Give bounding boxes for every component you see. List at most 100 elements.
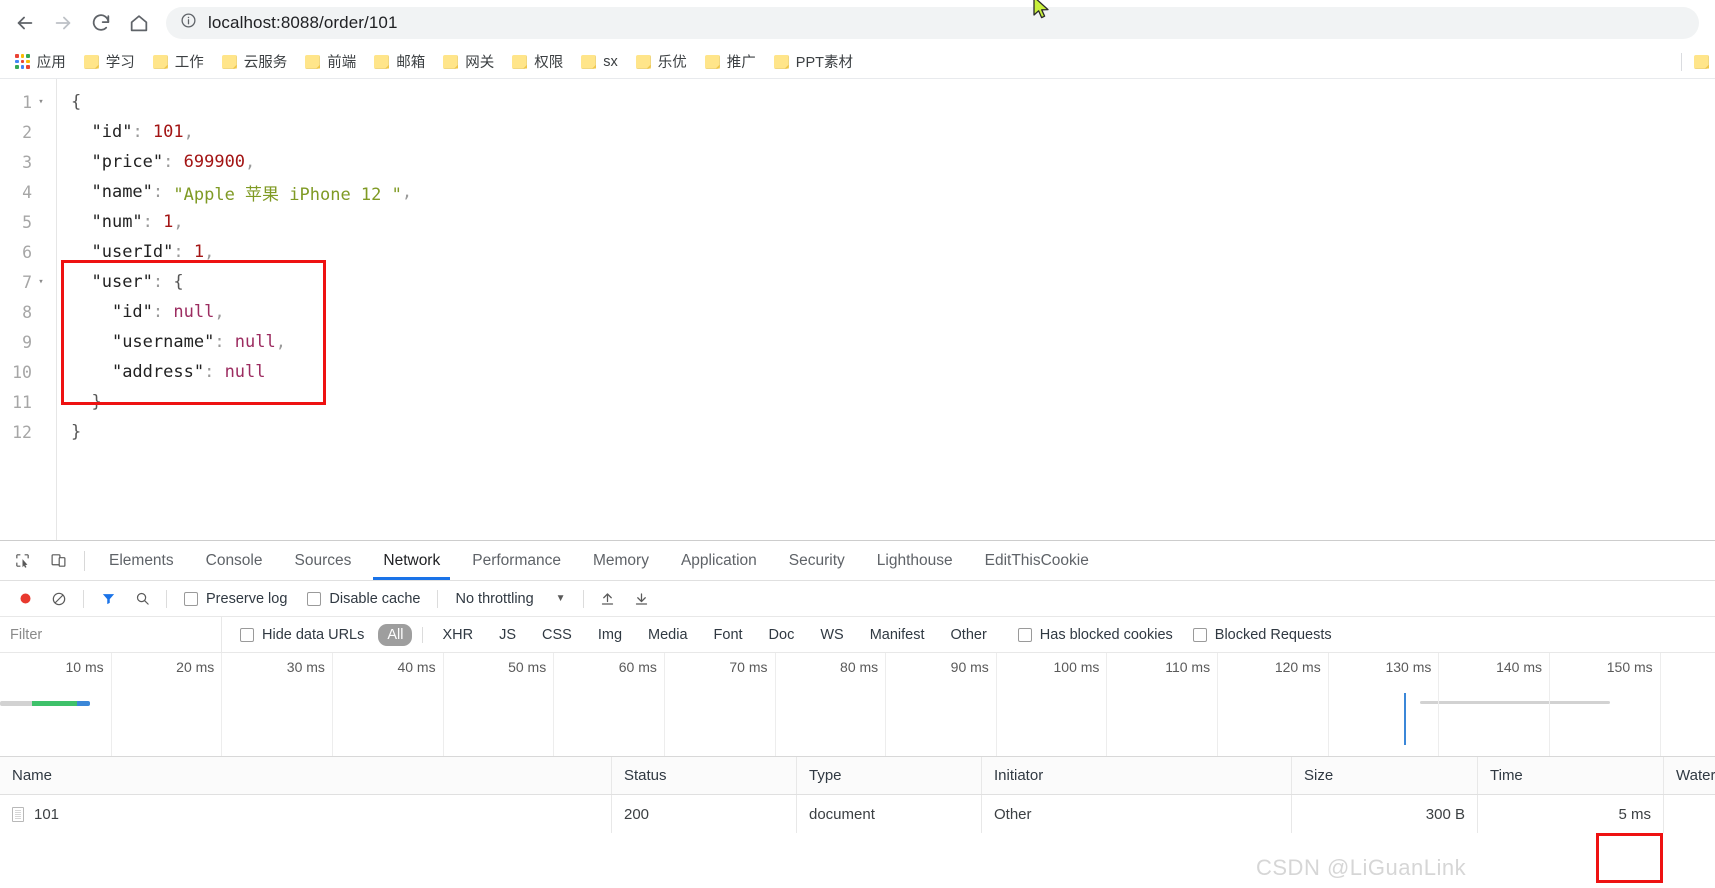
tab-application[interactable]: Application bbox=[665, 541, 773, 580]
chip-manifest[interactable]: Manifest bbox=[861, 624, 934, 646]
chip-all[interactable]: All bbox=[378, 623, 413, 646]
device-toolbar-button[interactable] bbox=[40, 541, 76, 580]
record-button[interactable] bbox=[8, 582, 42, 616]
code-token: : bbox=[152, 272, 174, 292]
bookmark-folder-quanxian[interactable]: 权限 bbox=[503, 48, 572, 75]
site-info-icon[interactable] bbox=[180, 12, 198, 34]
chip-media[interactable]: Media bbox=[639, 624, 697, 646]
bookmark-folder-sx[interactable]: sx bbox=[572, 51, 627, 73]
table-row[interactable]: 101 200 document Other 300 B 5 ms bbox=[0, 795, 1715, 833]
import-har-button[interactable] bbox=[591, 582, 625, 616]
tab-sources[interactable]: Sources bbox=[279, 541, 368, 580]
line-number-value: 9 bbox=[22, 332, 32, 352]
back-button[interactable] bbox=[6, 4, 44, 42]
preserve-log-checkbox[interactable]: Preserve log bbox=[174, 591, 297, 607]
search-button[interactable] bbox=[125, 582, 159, 616]
folder-icon bbox=[704, 54, 720, 69]
timeline-tick-label: 30 ms bbox=[286, 659, 325, 675]
folder-icon bbox=[221, 54, 237, 69]
line-number-value: 1 bbox=[22, 92, 32, 112]
bookmark-folder-yunfuwu[interactable]: 云服务 bbox=[213, 48, 297, 75]
timeline-tick-label: 60 ms bbox=[618, 659, 657, 675]
filter-input[interactable]: Filter bbox=[0, 617, 222, 652]
chip-other[interactable]: Other bbox=[942, 624, 996, 646]
bookmark-apps[interactable]: 应用 bbox=[6, 48, 75, 75]
bookmark-folder-leyou[interactable]: 乐优 bbox=[627, 48, 696, 75]
bookmark-folder-tuiguang[interactable]: 推广 bbox=[696, 48, 765, 75]
line-number-value: 8 bbox=[22, 302, 32, 322]
timeline-gridline bbox=[553, 653, 555, 756]
timeline-tick-label: 90 ms bbox=[950, 659, 989, 675]
timeline-gridline bbox=[442, 653, 444, 756]
tab-lighthouse[interactable]: Lighthouse bbox=[861, 541, 969, 580]
bookmark-folder-gongzuo[interactable]: 工作 bbox=[144, 48, 213, 75]
inspect-element-button[interactable] bbox=[4, 541, 40, 580]
bookmark-folder-youxiang[interactable]: 邮箱 bbox=[365, 48, 434, 75]
cell-name[interactable]: 101 bbox=[0, 795, 612, 833]
network-timeline-overview[interactable]: 10 ms 20 ms 30 ms 40 ms 50 ms 60 ms 70 ms 80 ms… bbox=[0, 653, 1715, 757]
column-header-name[interactable]: Name bbox=[0, 757, 612, 794]
tab-security[interactable]: Security bbox=[773, 541, 861, 580]
code-token: null bbox=[173, 302, 215, 322]
address-bar[interactable]: localhost:8088/order/101 bbox=[166, 6, 1699, 39]
chip-doc[interactable]: Doc bbox=[760, 624, 804, 646]
timeline-tick-label: 140 ms bbox=[1496, 659, 1543, 675]
timeline-gridline bbox=[331, 653, 333, 756]
chip-ws[interactable]: WS bbox=[811, 624, 852, 646]
bookmark-folder-wangguan[interactable]: 网关 bbox=[434, 48, 503, 75]
blocked-requests-checkbox[interactable]: Blocked Requests bbox=[1183, 627, 1342, 643]
folder-icon bbox=[305, 54, 321, 69]
column-header-size[interactable]: Size bbox=[1292, 757, 1478, 794]
address-bar-url[interactable]: localhost:8088/order/101 bbox=[208, 13, 398, 33]
bookmark-label: PPT素材 bbox=[795, 55, 853, 71]
column-header-status[interactable]: Status bbox=[612, 757, 797, 794]
checkbox-label: Preserve log bbox=[206, 590, 288, 607]
bookmarks-overflow[interactable] bbox=[1681, 52, 1709, 71]
bookmark-folder-qianduan[interactable]: 前端 bbox=[296, 48, 365, 75]
chip-xhr[interactable]: XHR bbox=[433, 624, 482, 646]
tab-performance[interactable]: Performance bbox=[456, 541, 577, 580]
timeline-gridline bbox=[1217, 653, 1219, 756]
hide-data-urls-checkbox[interactable]: Hide data URLs bbox=[240, 627, 378, 643]
bookmark-folder-ppt[interactable]: PPT素材 bbox=[765, 48, 862, 75]
tab-network[interactable]: Network bbox=[367, 541, 456, 580]
line-number-value: 7 bbox=[22, 272, 32, 292]
forward-button[interactable] bbox=[44, 4, 82, 42]
chip-js[interactable]: JS bbox=[490, 624, 525, 646]
filter-button[interactable] bbox=[91, 582, 125, 616]
column-header-time[interactable]: Time bbox=[1478, 757, 1664, 794]
disable-cache-checkbox[interactable]: Disable cache bbox=[297, 591, 430, 607]
fold-arrow-icon[interactable]: ▾ bbox=[32, 277, 50, 287]
throttling-dropdown[interactable]: No throttling ▼ bbox=[445, 591, 575, 607]
folder-icon[interactable] bbox=[1694, 54, 1709, 69]
tab-console[interactable]: Console bbox=[190, 541, 279, 580]
tab-elements[interactable]: Elements bbox=[93, 541, 190, 580]
fold-arrow-icon[interactable]: ▾ bbox=[32, 97, 50, 107]
chip-css[interactable]: CSS bbox=[533, 624, 581, 646]
column-header-waterfall[interactable]: Waterfall bbox=[1664, 757, 1715, 794]
column-header-initiator[interactable]: Initiator bbox=[982, 757, 1292, 794]
tab-editthiscookie[interactable]: EditThisCookie bbox=[969, 541, 1105, 580]
reload-button[interactable] bbox=[82, 4, 120, 42]
bookmark-folder-xuexi[interactable]: 学习 bbox=[75, 48, 144, 75]
line-number: 8 bbox=[0, 297, 56, 327]
code-token: , bbox=[214, 302, 225, 322]
column-header-type[interactable]: Type bbox=[797, 757, 982, 794]
apps-grid-icon bbox=[15, 54, 30, 69]
timeline-tick-label: 100 ms bbox=[1053, 659, 1100, 675]
tab-memory[interactable]: Memory bbox=[577, 541, 665, 580]
code-token: : bbox=[163, 152, 184, 172]
code-line: "user": { bbox=[71, 267, 1715, 297]
line-number: 3 bbox=[0, 147, 56, 177]
checkbox-label: Has blocked cookies bbox=[1039, 626, 1173, 643]
has-blocked-cookies-checkbox[interactable]: Has blocked cookies bbox=[1004, 627, 1183, 643]
code-token: "userId" bbox=[91, 242, 174, 262]
home-button[interactable] bbox=[120, 4, 158, 42]
chip-img[interactable]: Img bbox=[589, 624, 631, 646]
json-code[interactable]: { "id": 101, "price": 699900, "name": "A… bbox=[57, 79, 1715, 574]
clear-button[interactable] bbox=[42, 582, 76, 616]
export-har-button[interactable] bbox=[625, 582, 659, 616]
chip-font[interactable]: Font bbox=[705, 624, 752, 646]
